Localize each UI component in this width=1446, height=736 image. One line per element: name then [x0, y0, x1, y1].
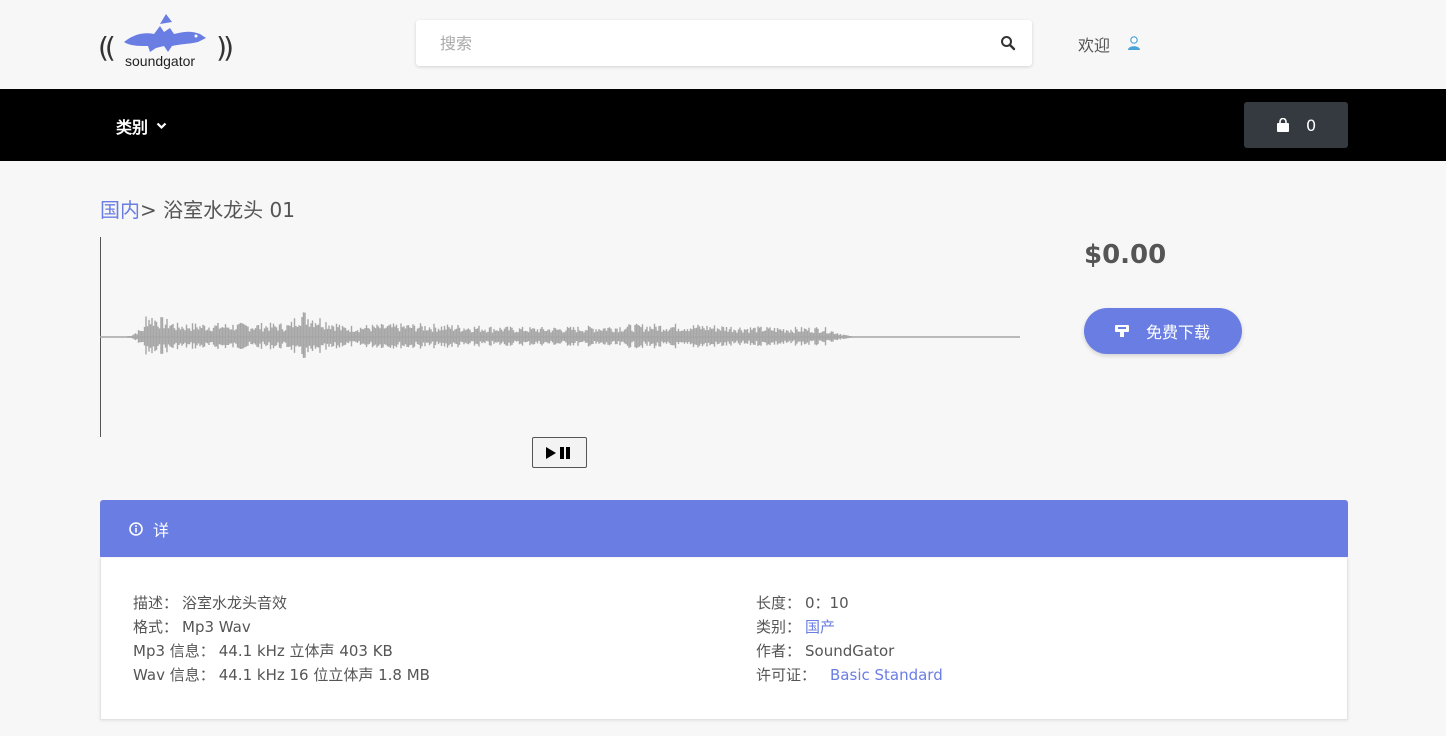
detail-row-format: 格式： Mp3 Wav [133, 615, 430, 639]
detail-row-length: 长度： 0：10 [756, 591, 943, 615]
gator-logo-icon [124, 14, 206, 52]
bag-icon [1277, 117, 1289, 132]
cart-button[interactable]: 0 [1244, 102, 1348, 148]
waveform-bars [127, 312, 852, 358]
detail-value: 44.1 kHz 16 位立体声 1.8 MB [218, 666, 430, 684]
details-left-column: 描述： 浴室水龙头音效 格式： Mp3 Wav Mp3 信息： 44.1 kHz 立体… [133, 591, 430, 687]
user-icon[interactable] [1127, 35, 1141, 51]
welcome-text: 欢迎 [1078, 36, 1111, 55]
detail-row-wav-info: Wav 信息： 44.1 kHz 16 位立体声 1.8 MB [133, 663, 430, 687]
detail-key: 类别： [756, 618, 802, 636]
detail-key: Wav 信息： [133, 666, 215, 684]
detail-row-category: 类别： 国产 [756, 615, 943, 639]
detail-key: 作者： [756, 642, 802, 660]
details-header: 详 [100, 500, 1348, 557]
detail-value: 0：10 [805, 594, 849, 612]
detail-row-mp3-info: Mp3 信息： 44.1 kHz 立体声 403 KB [133, 639, 430, 663]
logo-text: soundgator [125, 53, 196, 69]
detail-row-description: 描述： 浴室水龙头音效 [133, 591, 430, 615]
category-dropdown[interactable]: 类别 [116, 114, 167, 138]
chevron-down-icon [156, 122, 167, 130]
header: (( soundgator )) 欢迎 [0, 0, 1446, 89]
detail-row-author: 作者： SoundGator [756, 639, 943, 663]
category-label: 类别 [116, 118, 149, 137]
price: $0.00 [1084, 240, 1167, 270]
search-icon[interactable] [1000, 35, 1016, 51]
navbar: 类别 0 [0, 89, 1446, 161]
detail-value: SoundGator [805, 642, 895, 660]
details-right-column: 长度： 0：10 类别： 国产 作者： SoundGator 许可证： Basic St… [756, 591, 943, 687]
download-icon [1115, 325, 1129, 337]
detail-row-license: 许可证： Basic Standard [756, 663, 943, 687]
info-icon [129, 521, 143, 536]
detail-value: 浴室水龙头音效 [182, 594, 288, 612]
detail-key: 许可证： [756, 666, 817, 684]
details-title: 详 [153, 520, 170, 540]
category-link[interactable]: 国产 [805, 615, 835, 639]
detail-value: 44.1 kHz 立体声 403 KB [218, 642, 393, 660]
detail-key: 描述： [133, 594, 179, 612]
breadcrumb: 国内> 浴室水龙头 01 [100, 194, 295, 223]
search-input[interactable] [416, 20, 986, 66]
logo-right-waves: )) [216, 31, 234, 64]
search-bar [416, 20, 1032, 66]
logo-left-waves: (( [98, 31, 116, 64]
detail-value: Mp3 Wav [182, 618, 251, 636]
breadcrumb-separator: > [140, 198, 157, 222]
waveform[interactable] [100, 237, 1020, 437]
detail-key: 格式： [133, 618, 179, 636]
waveform-shape [127, 312, 852, 358]
logo[interactable]: (( soundgator )) [98, 12, 234, 72]
play-pause-button[interactable] [532, 437, 587, 468]
cart-count: 0 [1306, 115, 1317, 135]
details-body: 描述： 浴室水龙头音效 格式： Mp3 Wav Mp3 信息： 44.1 kHz 立体… [100, 558, 1348, 720]
free-download-button[interactable]: 免费下载 [1084, 308, 1242, 354]
detail-key: Mp3 信息： [133, 642, 215, 660]
detail-key: 长度： [756, 594, 802, 612]
download-label: 免费下载 [1146, 323, 1211, 342]
breadcrumb-parent-link[interactable]: 国内 [100, 198, 140, 222]
breadcrumb-current: 浴室水龙头 01 [163, 198, 295, 222]
play-pause-icon [545, 446, 570, 459]
license-link[interactable]: Basic Standard [830, 663, 943, 687]
